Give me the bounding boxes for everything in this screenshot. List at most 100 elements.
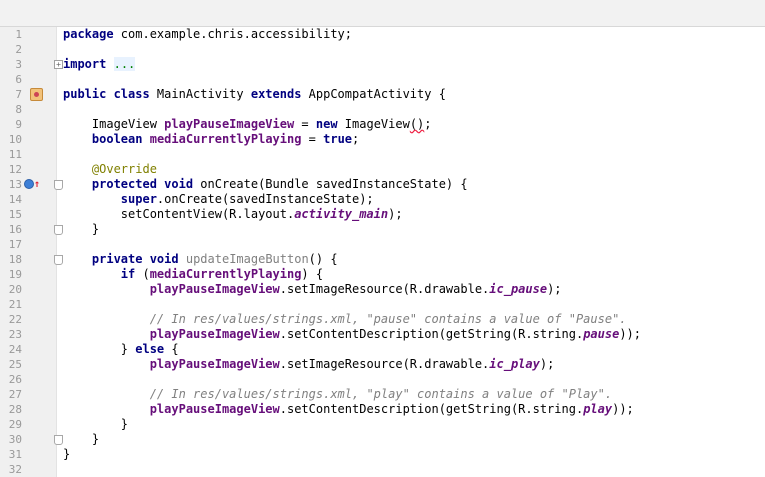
code-line[interactable]: 23 playPauseImageView.setContentDescript… (0, 327, 765, 342)
code-token: playPauseImageView (164, 117, 295, 131)
code-editor[interactable]: 1 package com.example.chris.accessibility… (0, 27, 765, 477)
code-line[interactable]: 17 (0, 237, 765, 252)
collapse-fold-icon[interactable] (54, 255, 63, 265)
code-line[interactable]: 26 (0, 372, 765, 387)
class-gutter-icon[interactable] (30, 88, 43, 101)
code-text[interactable]: private void updateImageButton() { (63, 252, 338, 267)
code-text[interactable]: boolean mediaCurrentlyPlaying = true; (63, 132, 359, 147)
code-line[interactable]: 2 (0, 42, 765, 57)
code-token: playPauseImageView (149, 357, 280, 371)
code-text[interactable]: public class MainActivity extends AppCom… (63, 87, 446, 102)
code-text[interactable]: if (mediaCurrentlyPlaying) { (63, 267, 323, 282)
code-text[interactable]: // In res/values/strings.xml, "pause" co… (63, 312, 627, 327)
code-line[interactable]: 15 setContentView(R.layout.activity_main… (0, 207, 765, 222)
code-token: .setContentDescription(getString(R.strin… (279, 327, 584, 341)
code-text[interactable]: import ... (63, 57, 136, 72)
expand-fold-icon[interactable]: + (54, 60, 63, 69)
code-line[interactable]: 11 (0, 147, 765, 162)
line-number: 28 (8, 403, 22, 416)
code-line[interactable]: 31} (0, 447, 765, 462)
code-line[interactable]: 19 if (mediaCurrentlyPlaying) { (0, 267, 765, 282)
code-line[interactable]: 28 playPauseImageView.setContentDescript… (0, 402, 765, 417)
code-text[interactable]: } (63, 432, 99, 447)
code-line[interactable]: 7 public class MainActivity extends AppCo… (0, 87, 765, 102)
code-text[interactable]: playPauseImageView.setImageResource(R.dr… (63, 282, 562, 297)
line-number: 31 (8, 448, 22, 461)
code-line[interactable]: 1 package com.example.chris.accessibility… (0, 27, 765, 42)
fold-end-icon[interactable] (54, 225, 63, 235)
code-text[interactable]: setContentView(R.layout.activity_main); (63, 207, 403, 222)
code-text[interactable]: playPauseImageView.setContentDescription… (63, 327, 641, 342)
code-line[interactable]: 6 (0, 72, 765, 87)
code-token: super (120, 192, 157, 206)
code-token: private void (91, 252, 179, 266)
code-line[interactable]: 30 } (0, 432, 765, 447)
code-text[interactable]: // In res/values/strings.xml, "play" con… (63, 387, 612, 402)
arrow-up-icon[interactable]: ↑ (34, 177, 40, 192)
code-text[interactable]: } else { (63, 342, 179, 357)
code-line[interactable]: 10 boolean mediaCurrentlyPlaying = true; (0, 132, 765, 147)
code-token: setContentView(R.layout. (63, 207, 295, 221)
code-text[interactable]: playPauseImageView.setImageResource(R.dr… (63, 357, 555, 372)
collapse-fold-icon[interactable] (54, 180, 63, 190)
line-number: 21 (8, 298, 22, 311)
code-text[interactable]: playPauseImageView.setContentDescription… (63, 402, 634, 417)
code-line[interactable]: 20 playPauseImageView.setImageResource(R… (0, 282, 765, 297)
line-number: 23 (8, 328, 22, 341)
code-token: ic_pause (489, 282, 548, 296)
code-text[interactable]: super.onCreate(savedInstanceState); (63, 192, 374, 207)
code-line[interactable]: 21 (0, 297, 765, 312)
code-text[interactable]: @Override (63, 162, 157, 177)
line-number: 25 (8, 358, 22, 371)
code-line[interactable]: 16 } (0, 222, 765, 237)
code-line[interactable]: 14 super.onCreate(savedInstanceState); (0, 192, 765, 207)
code-token: playPauseImageView (149, 402, 280, 416)
code-token: ); (388, 207, 403, 221)
code-text[interactable]: } (63, 222, 99, 237)
line-number: 3 (15, 58, 22, 71)
code-token: extends (250, 87, 302, 101)
code-text[interactable]: ImageView playPauseImageView = new Image… (63, 117, 432, 132)
line-number: 29 (8, 418, 22, 431)
code-text[interactable]: package com.example.chris.accessibility; (63, 27, 352, 42)
code-line[interactable]: 9 ImageView playPauseImageView = new Ima… (0, 117, 765, 132)
code-token: = (294, 117, 316, 131)
code-line[interactable]: 13 ↑ protected void onCreate(Bundle saved… (0, 177, 765, 192)
code-token: ); (547, 282, 562, 296)
code-token: .setImageResource(R.drawable. (279, 357, 490, 371)
code-token: ImageView (63, 117, 165, 131)
code-token: playPauseImageView (149, 327, 280, 341)
code-text[interactable]: } (63, 417, 128, 432)
code-line[interactable]: 22 // In res/values/strings.xml, "pause"… (0, 312, 765, 327)
line-number: 2 (15, 43, 22, 56)
line-number: 30 (8, 433, 22, 446)
override-marker-icon[interactable] (24, 179, 34, 189)
code-token: playPauseImageView (149, 282, 280, 296)
code-line[interactable]: 27 // In res/values/strings.xml, "play" … (0, 387, 765, 402)
code-line[interactable]: 18 private void updateImageButton() { (0, 252, 765, 267)
code-line[interactable]: 8 (0, 102, 765, 117)
code-token: ); (539, 357, 555, 371)
line-number: 10 (8, 133, 22, 146)
code-line[interactable]: 32 (0, 462, 765, 477)
code-line[interactable]: 29 } (0, 417, 765, 432)
line-number: 6 (15, 73, 22, 86)
code-token: ic_play (489, 357, 540, 371)
line-number: 19 (8, 268, 22, 281)
code-token: ) { (301, 267, 324, 281)
code-token: .onCreate(savedInstanceState); (156, 192, 374, 206)
fold-end-icon[interactable] (54, 435, 63, 445)
code-text[interactable]: } (63, 447, 70, 462)
code-line[interactable]: 24 } else { (0, 342, 765, 357)
code-text[interactable]: protected void onCreate(Bundle savedInst… (63, 177, 468, 192)
code-token: mediaCurrentlyPlaying (149, 132, 302, 146)
code-line[interactable]: 25 playPauseImageView.setImageResource(R… (0, 357, 765, 372)
code-line[interactable]: 3 + import ... (0, 57, 765, 72)
line-number: 9 (15, 118, 22, 131)
code-line[interactable]: 12 @Override (0, 162, 765, 177)
